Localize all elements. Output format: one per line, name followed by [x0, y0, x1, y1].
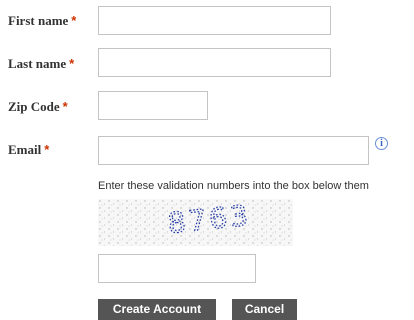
email-label: Email * — [8, 142, 49, 158]
create-account-button[interactable]: Create Account — [98, 299, 216, 320]
last-name-required-mark: * — [69, 56, 75, 71]
email-label-text: Email — [8, 142, 42, 157]
last-name-input[interactable] — [98, 48, 331, 77]
captcha-instructions: Enter these validation numbers into the … — [98, 180, 369, 192]
first-name-label-text: First name — [8, 13, 69, 28]
last-name-label-text: Last name — [8, 56, 67, 71]
zip-code-input[interactable] — [98, 91, 208, 120]
zip-code-label-text: Zip Code — [8, 99, 60, 114]
captcha-input[interactable] — [98, 254, 256, 283]
first-name-label: First name * — [8, 13, 76, 29]
last-name-label: Last name * — [8, 56, 74, 72]
info-icon[interactable]: i — [375, 137, 388, 150]
zip-code-label: Zip Code * — [8, 99, 68, 115]
email-required-mark: * — [44, 142, 50, 157]
email-input[interactable] — [98, 136, 369, 165]
first-name-required-mark: * — [71, 13, 77, 28]
zip-code-required-mark: * — [62, 99, 68, 114]
captcha-image: 8763 — [98, 199, 293, 246]
first-name-input[interactable] — [98, 6, 331, 35]
cancel-button[interactable]: Cancel — [232, 299, 297, 320]
